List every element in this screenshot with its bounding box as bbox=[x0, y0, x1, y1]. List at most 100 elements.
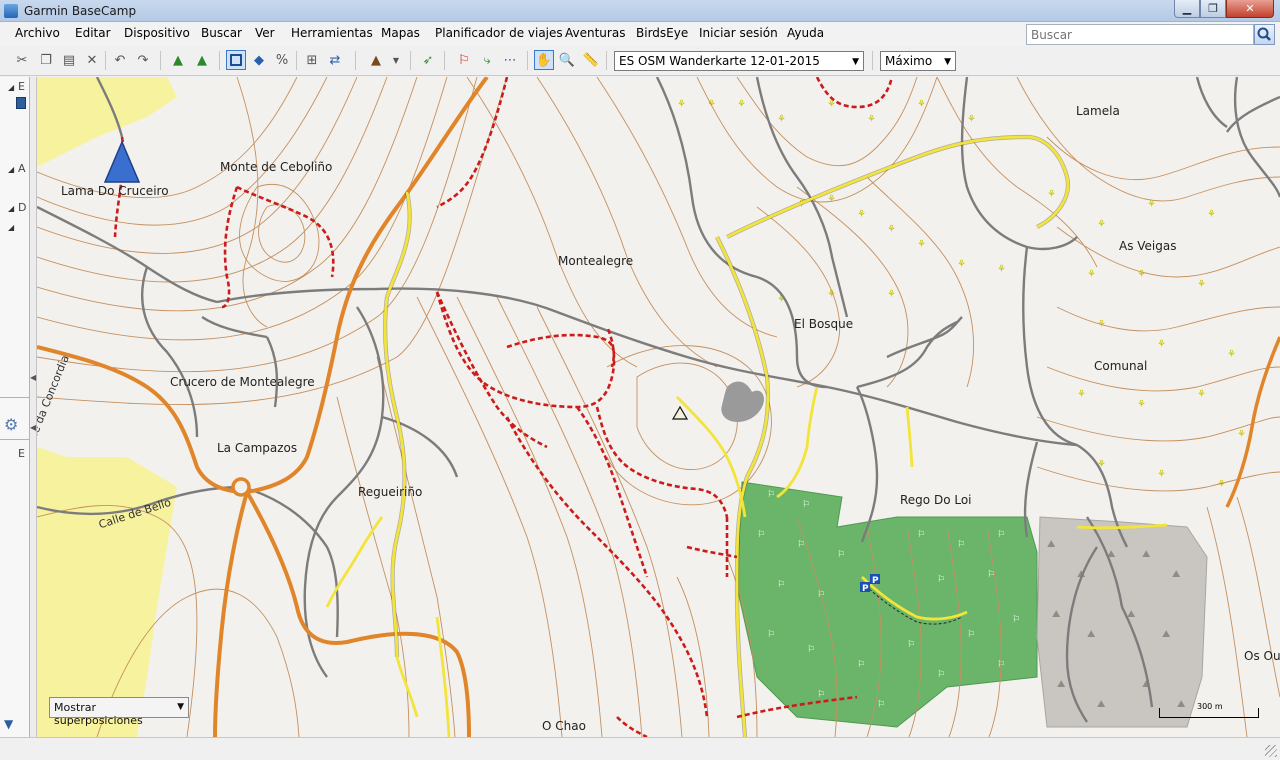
library-section-d[interactable]: D bbox=[18, 201, 26, 214]
map-product-select[interactable]: ES OSM Wanderkarte 12-01-2015 ▼ bbox=[614, 51, 864, 71]
svg-text:⚐: ⚐ bbox=[967, 630, 975, 640]
expand-icon[interactable]: ◢ bbox=[8, 204, 14, 213]
svg-text:⚘: ⚘ bbox=[1137, 399, 1146, 410]
app-icon bbox=[4, 4, 18, 18]
library-icon[interactable] bbox=[16, 97, 26, 109]
gear-icon[interactable]: ⚙ bbox=[4, 415, 18, 434]
svg-text:⚘: ⚘ bbox=[887, 289, 896, 300]
percent-icon[interactable]: % bbox=[272, 50, 292, 70]
svg-text:⚘: ⚘ bbox=[1237, 429, 1246, 440]
svg-text:⚐: ⚐ bbox=[907, 640, 915, 650]
quarry-area bbox=[1036, 516, 1208, 728]
pane-splitter[interactable]: ◀ ◀ bbox=[30, 77, 37, 737]
paste-icon[interactable]: ▤ bbox=[59, 50, 79, 70]
filter-icon[interactable]: ▼ bbox=[4, 717, 13, 731]
library-pane: ◢ E ◢ A ◢ D ◢ ⚙ E ▼ bbox=[0, 77, 30, 737]
svg-text:⚘: ⚘ bbox=[997, 264, 1006, 275]
svg-text:⚘: ⚘ bbox=[867, 114, 876, 125]
place-label: Os Out bbox=[1244, 649, 1280, 663]
menu-herramientas[interactable]: Herramientas bbox=[291, 26, 373, 40]
svg-text:⚐: ⚐ bbox=[817, 690, 825, 700]
receive-from-device-icon[interactable]: ▲ bbox=[168, 50, 188, 70]
send-to-device-icon[interactable]: ▲ bbox=[192, 50, 212, 70]
maximize-button[interactable]: ❐ bbox=[1200, 0, 1226, 18]
rocket-icon[interactable]: ➶ bbox=[418, 50, 438, 70]
terrain-dropdown-icon[interactable]: ▼ bbox=[388, 50, 404, 70]
menu-mapas[interactable]: Mapas bbox=[381, 26, 420, 40]
pan-hand-icon[interactable]: ✋ bbox=[534, 50, 554, 70]
chevron-down-icon: ▼ bbox=[852, 57, 859, 67]
svg-text:⚘: ⚘ bbox=[677, 99, 686, 110]
menu-archivo[interactable]: Archivo bbox=[15, 26, 60, 40]
title-bar: Garmin BaseCamp ▁ ❐ ✕ bbox=[0, 0, 1280, 22]
menu-buscar[interactable]: Buscar bbox=[201, 26, 242, 40]
viewpoint-icon[interactable] bbox=[671, 405, 689, 420]
place-label: Montealegre bbox=[558, 254, 634, 268]
menu-ver[interactable]: Ver bbox=[255, 26, 275, 40]
menu-planificador[interactable]: Planificador de viajes bbox=[435, 26, 563, 40]
search-button[interactable] bbox=[1254, 24, 1275, 45]
search-input[interactable] bbox=[1026, 24, 1254, 45]
library-section-e[interactable]: E bbox=[18, 80, 25, 93]
place-label: Lamela bbox=[1076, 104, 1120, 118]
svg-text:⚐: ⚐ bbox=[937, 575, 945, 585]
svg-text:⚘: ⚘ bbox=[827, 99, 836, 110]
new-waypoint-icon[interactable]: ⚐ bbox=[454, 50, 474, 70]
place-label: Regueiriño bbox=[358, 485, 423, 499]
cut-icon[interactable]: ✂ bbox=[12, 50, 32, 70]
delete-icon[interactable]: ✕ bbox=[82, 50, 102, 70]
resize-grip-icon[interactable] bbox=[1265, 745, 1277, 757]
place-label: Rego Do Loi bbox=[900, 493, 972, 507]
expand-icon[interactable]: ◢ bbox=[8, 83, 14, 92]
3d-view-icon[interactable]: ◆ bbox=[249, 50, 269, 70]
menu-iniciar-sesion[interactable]: Iniciar sesión bbox=[699, 26, 778, 40]
svg-text:⚘: ⚘ bbox=[917, 99, 926, 110]
svg-text:⚘: ⚘ bbox=[1197, 389, 1206, 400]
expand-icon[interactable]: ◢ bbox=[8, 223, 14, 232]
collapse-left-icon[interactable]: ◀ bbox=[30, 423, 36, 432]
menu-aventuras[interactable]: Aventuras bbox=[565, 26, 625, 40]
svg-text:P: P bbox=[872, 576, 879, 586]
menu-editar[interactable]: Editar bbox=[75, 26, 111, 40]
minimize-button[interactable]: ▁ bbox=[1174, 0, 1200, 18]
show-overlays-dropdown[interactable]: Mostrar superposiciones ▼ bbox=[49, 697, 189, 727]
expand-icon[interactable]: ◢ bbox=[8, 165, 14, 174]
menu-ayuda[interactable]: Ayuda bbox=[787, 26, 824, 40]
redo-icon[interactable]: ↷ bbox=[133, 50, 153, 70]
place-label: La Campazos bbox=[217, 441, 298, 455]
svg-text:⛰: ⛰ bbox=[1057, 679, 1066, 690]
new-track-icon[interactable]: ⋯ bbox=[500, 50, 520, 70]
svg-text:⚘: ⚘ bbox=[1207, 209, 1216, 220]
map-view[interactable]: ⚐ ⚐ ⚐ ⚐ ⚐ ⚐ ⚐ ⚐ ⚐ ⚐ ⚐ ⚐ ⚐ ⚐ ⚐ ⚐ ⚐ ⚐ ⚐ ⚐ ⚐ ⚐ ⛰ ⛰ ⛰ ⛰ ⛰ ⛰ ⛰ ⛰ ⛰ ⛰… bbox=[37, 77, 1280, 737]
map-canvas[interactable]: ⚐⚐⚐⚐ ⚐⚐⚐⚐ ⚐⚐⚐ ⚐ ⚐⚐⚐⚐ ⚐⚐⚐⚐ ⚐⚐ ⛰⛰⛰ ⛰ ⛰⛰⛰⛰ ⛰⛰… bbox=[37, 77, 1280, 737]
library-section-a[interactable]: A bbox=[18, 162, 26, 175]
measure-icon[interactable]: 📏 bbox=[581, 50, 601, 70]
toolbar: ✂ ❐ ▤ ✕ ↶ ↷ ▲ ▲ ◆ % ⊞ ⇄ ▲ ▼ ➶ ⚐ ⤷ ⋯ ✋ 🔍 … bbox=[0, 46, 1280, 76]
detail-level-select[interactable]: Máximo ▼ bbox=[880, 51, 956, 71]
place-label: El Bosque bbox=[794, 317, 854, 331]
zoom-icon[interactable]: 🔍 bbox=[557, 50, 577, 70]
menu-dispositivo[interactable]: Dispositivo bbox=[124, 26, 190, 40]
library-section-e2[interactable]: E bbox=[18, 447, 25, 460]
svg-text:⚐: ⚐ bbox=[757, 530, 765, 540]
peak-marker-icon[interactable] bbox=[103, 140, 141, 183]
menu-birdseye[interactable]: BirdsEye bbox=[636, 26, 688, 40]
forest-area bbox=[736, 481, 1038, 728]
chevron-down-icon: ▼ bbox=[944, 57, 951, 67]
terrain-icon[interactable]: ▲ bbox=[366, 50, 386, 70]
svg-text:⚐: ⚐ bbox=[777, 580, 785, 590]
2d-view-icon[interactable] bbox=[226, 50, 246, 70]
svg-text:⚘: ⚘ bbox=[1097, 219, 1106, 230]
sync-icon[interactable]: ⇄ bbox=[325, 50, 345, 70]
svg-text:⚘: ⚘ bbox=[1157, 469, 1166, 480]
undo-icon[interactable]: ↶ bbox=[110, 50, 130, 70]
new-route-icon[interactable]: ⤷ bbox=[477, 50, 497, 70]
svg-text:⚐: ⚐ bbox=[1012, 615, 1020, 625]
svg-text:⚘: ⚘ bbox=[857, 209, 866, 220]
scrub-area bbox=[37, 77, 177, 167]
copy-icon[interactable]: ❐ bbox=[36, 50, 56, 70]
window-title: Garmin BaseCamp bbox=[24, 4, 137, 18]
fit-map-icon[interactable]: ⊞ bbox=[302, 50, 322, 70]
close-button[interactable]: ✕ bbox=[1226, 0, 1274, 18]
collapse-left-icon[interactable]: ◀ bbox=[30, 373, 36, 382]
